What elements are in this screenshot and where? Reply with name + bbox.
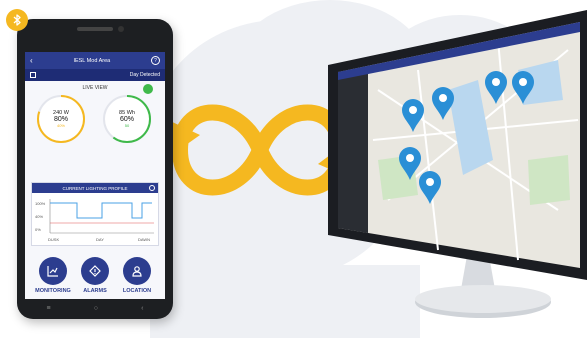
location-label: LOCATION [122,288,152,294]
chart-icon [47,266,58,277]
app-bottom-nav: MONITORING ALARMS LOCATION [25,255,165,299]
gauges: 240 W 80% 40% 85 Wh 60% 50 [25,93,165,143]
bluetooth-badge [6,9,28,31]
back-icon[interactable]: ‹ [141,305,143,312]
menu-icon[interactable]: ≡ [47,305,51,312]
back-arrow-icon[interactable]: ‹ [30,56,33,65]
phone-speaker [77,27,113,31]
alarm-icon [89,265,101,277]
bluetooth-icon [13,14,21,26]
phone-system-nav: ≡ ○ ‹ [25,302,165,314]
menu-square-icon[interactable] [30,72,36,78]
energy-percent: 60% [119,116,134,123]
smartphone: ‹ IESL Mod Area ? Day Detected LIVE VIEW… [17,19,173,319]
app-subheader: Day Detected [25,69,165,81]
help-icon[interactable]: ? [151,56,160,65]
profile-y-tick: 100% [35,201,46,206]
power-percent: 80% [53,116,68,123]
person-icon [132,266,142,277]
home-icon[interactable]: ○ [94,305,98,312]
profile-x-tick: DAWN [138,237,150,242]
app-header: ‹ IESL Mod Area ? [25,52,165,69]
profile-settings-icon[interactable] [149,185,155,191]
power-gauge[interactable]: 240 W 80% 40% [39,97,83,141]
phone-camera [118,26,124,32]
status-text: Day Detected [129,72,160,78]
location-button[interactable] [123,257,151,285]
profile-y-tick: 40% [35,214,43,219]
profile-x-tick: DUSK [48,237,59,242]
profile-header: CURRENT LIGHTING PROFILE [32,183,158,193]
energy-sub: 50 [124,123,130,128]
app-screen: ‹ IESL Mod Area ? Day Detected LIVE VIEW… [25,52,165,299]
power-sub: 40% [56,123,65,128]
profile-x-tick: DAY [96,237,104,242]
alarms-label: ALARMS [83,288,107,294]
illustration: ‹ IESL Mod Area ? Day Detected LIVE VIEW… [0,0,587,338]
alarms-button[interactable] [81,257,109,285]
profile-chart: 100% 40% 0% DUSK DAY DAWN [35,199,154,242]
map-sidebar [338,66,368,233]
desktop-monitor [318,10,587,330]
monitoring-button[interactable] [39,257,67,285]
app-header-title: IESL Mod Area [73,57,111,64]
profile-y-tick: 0% [35,227,41,232]
monitor-frame [328,10,587,318]
lighting-profile-card[interactable]: CURRENT LIGHTING PROFILE 100% 40% 0% DUS… [31,182,159,246]
profile-title: CURRENT LIGHTING PROFILE [62,185,128,191]
monitoring-label: MONITORING [35,288,71,294]
energy-gauge[interactable]: 85 Wh 60% 50 [105,97,149,141]
profile-curve [50,202,152,219]
